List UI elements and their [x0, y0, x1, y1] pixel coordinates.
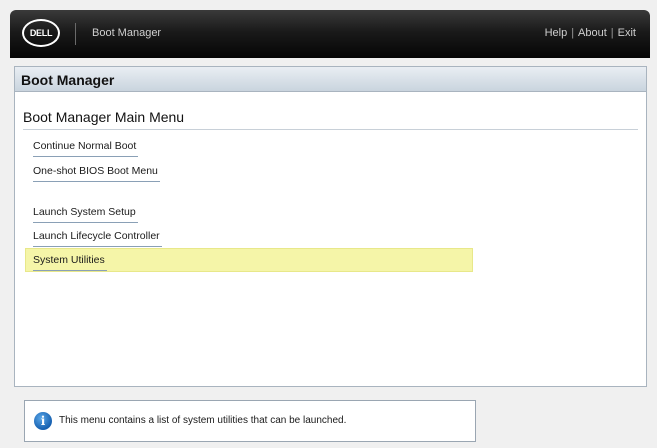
- info-icon: i: [34, 412, 52, 430]
- about-link[interactable]: About: [578, 27, 607, 39]
- menu-item-launch-system-setup[interactable]: Launch System Setup: [33, 205, 138, 227]
- menu-item-label: Launch Lifecycle Controller: [33, 229, 162, 247]
- menu-item-label: Launch System Setup: [33, 205, 138, 223]
- link-separator: |: [571, 27, 575, 39]
- main-panel: Boot Manager Boot Manager Main Menu Cont…: [14, 66, 647, 387]
- app-title: Boot Manager: [92, 27, 162, 39]
- menu-item-continue-normal-boot[interactable]: Continue Normal Boot: [33, 139, 139, 161]
- page-title: Boot Manager: [21, 72, 115, 88]
- help-text-box: i This menu contains a list of system ut…: [24, 400, 476, 442]
- exit-link[interactable]: Exit: [618, 27, 636, 39]
- dell-logo: DELL: [22, 19, 60, 47]
- help-text: This menu contains a list of system util…: [59, 415, 347, 426]
- menu-item-label: System Utilities: [33, 253, 107, 271]
- menu-item-label: One-shot BIOS Boot Menu: [33, 164, 160, 182]
- panel-header: Boot Manager: [15, 67, 646, 92]
- topbar-divider: [75, 23, 76, 45]
- menu-item-launch-lifecycle-controller[interactable]: Launch Lifecycle Controller: [33, 229, 162, 251]
- top-links: Help | About | Exit: [545, 27, 636, 39]
- menu-heading: Boot Manager Main Menu: [23, 109, 185, 125]
- divider: [23, 129, 638, 130]
- menu-item-system-utilities[interactable]: System Utilities: [33, 253, 107, 275]
- boot-manager-screen: DELL Boot Manager Help | About | Exit Boot M…: [0, 0, 657, 448]
- top-bar: DELL Boot Manager Help | About | Exit: [10, 10, 650, 58]
- link-separator: |: [610, 27, 614, 39]
- menu-item-one-shot-bios-boot-menu[interactable]: One-shot BIOS Boot Menu: [33, 164, 160, 186]
- help-link[interactable]: Help: [545, 27, 568, 39]
- menu-item-label: Continue Normal Boot: [33, 139, 139, 157]
